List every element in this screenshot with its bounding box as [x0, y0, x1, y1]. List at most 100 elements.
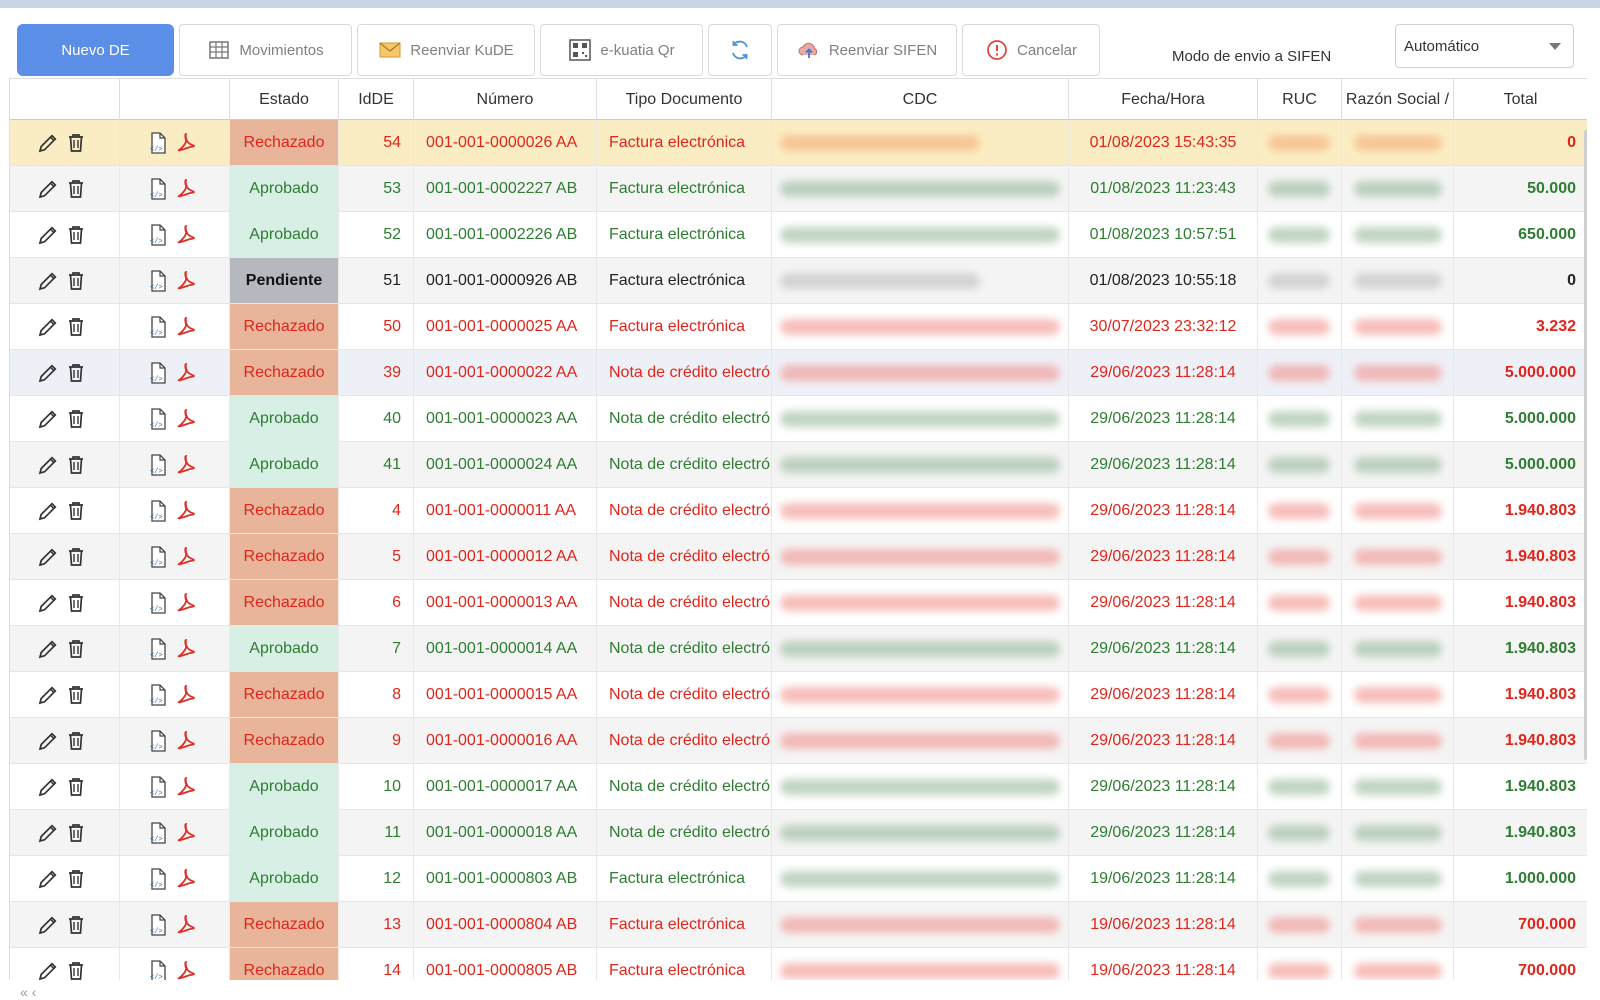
trash-icon[interactable] — [64, 223, 88, 247]
table-row[interactable]: </> Rechazado 39 001-001-0000022 AA Nota de… — [10, 350, 1587, 396]
table-row[interactable]: </> Rechazado 6 001-001-0000013 AA Nota de … — [10, 580, 1587, 626]
pencil-icon[interactable] — [36, 315, 60, 339]
trash-icon[interactable] — [64, 959, 88, 981]
xml-file-icon[interactable]: </> — [146, 959, 170, 981]
table-row[interactable]: </> Aprobado 52 001-001-0002226 AB Factura … — [10, 212, 1587, 258]
table-row[interactable]: </> Rechazado 8 001-001-0000015 AA Nota de … — [10, 672, 1587, 718]
table-row[interactable]: </> Rechazado 4 001-001-0000011 AA Nota de … — [10, 488, 1587, 534]
xml-file-icon[interactable]: </> — [146, 545, 170, 569]
pencil-icon[interactable] — [36, 637, 60, 661]
trash-icon[interactable] — [64, 361, 88, 385]
pdf-icon[interactable] — [174, 683, 198, 707]
pencil-icon[interactable] — [36, 223, 60, 247]
table-row[interactable]: </> Aprobado 41 001-001-0000024 AA Nota de … — [10, 442, 1587, 488]
table-row[interactable]: </> Pendiente 51 001-001-0000926 AB Factura… — [10, 258, 1587, 304]
trash-icon[interactable] — [64, 499, 88, 523]
pdf-icon[interactable] — [174, 499, 198, 523]
header-tipo[interactable]: Tipo Documento — [597, 79, 772, 120]
pencil-icon[interactable] — [36, 499, 60, 523]
pdf-icon[interactable] — [174, 177, 198, 201]
reenviar-sifen-button[interactable]: Reenviar SIFEN — [777, 24, 957, 76]
trash-icon[interactable] — [64, 821, 88, 845]
refresh-button[interactable] — [708, 24, 772, 76]
pdf-icon[interactable] — [174, 775, 198, 799]
xml-file-icon[interactable]: </> — [146, 177, 170, 201]
trash-icon[interactable] — [64, 729, 88, 753]
pdf-icon[interactable] — [174, 131, 198, 155]
pencil-icon[interactable] — [36, 131, 60, 155]
pencil-icon[interactable] — [36, 545, 60, 569]
trash-icon[interactable] — [64, 683, 88, 707]
pdf-icon[interactable] — [174, 453, 198, 477]
pdf-icon[interactable] — [174, 913, 198, 937]
table-row[interactable]: </> Aprobado 10 001-001-0000017 AA Nota de … — [10, 764, 1587, 810]
trash-icon[interactable] — [64, 913, 88, 937]
pencil-icon[interactable] — [36, 453, 60, 477]
table-row[interactable]: </> Aprobado 53 001-001-0002227 AB Factura … — [10, 166, 1587, 212]
ekuatia-qr-button[interactable]: e-kuatia Qr — [540, 24, 703, 76]
xml-file-icon[interactable]: </> — [146, 407, 170, 431]
table-row[interactable]: </> Rechazado 50 001-001-0000025 AA Factura… — [10, 304, 1587, 350]
pdf-icon[interactable] — [174, 407, 198, 431]
vertical-scrollbar[interactable] — [1584, 130, 1587, 760]
pencil-icon[interactable] — [36, 591, 60, 615]
trash-icon[interactable] — [64, 637, 88, 661]
xml-file-icon[interactable]: </> — [146, 361, 170, 385]
pdf-icon[interactable] — [174, 315, 198, 339]
trash-icon[interactable] — [64, 591, 88, 615]
trash-icon[interactable] — [64, 407, 88, 431]
pdf-icon[interactable] — [174, 729, 198, 753]
xml-file-icon[interactable]: </> — [146, 775, 170, 799]
xml-file-icon[interactable]: </> — [146, 591, 170, 615]
pdf-icon[interactable] — [174, 867, 198, 891]
pencil-icon[interactable] — [36, 959, 60, 981]
trash-icon[interactable] — [64, 315, 88, 339]
header-idde[interactable]: IdDE — [339, 79, 414, 120]
xml-file-icon[interactable]: </> — [146, 821, 170, 845]
pencil-icon[interactable] — [36, 269, 60, 293]
header-total[interactable]: Total — [1454, 79, 1587, 120]
pdf-icon[interactable] — [174, 223, 198, 247]
trash-icon[interactable] — [64, 453, 88, 477]
nuevo-de-button[interactable]: Nuevo DE — [17, 24, 174, 76]
xml-file-icon[interactable]: </> — [146, 683, 170, 707]
xml-file-icon[interactable]: </> — [146, 729, 170, 753]
table-row[interactable]: </> Rechazado 13 001-001-0000804 AB Factura… — [10, 902, 1587, 948]
table-row[interactable]: </> Rechazado 9 001-001-0000016 AA Nota de … — [10, 718, 1587, 764]
xml-file-icon[interactable]: </> — [146, 867, 170, 891]
table-row[interactable]: </> Aprobado 12 001-001-0000803 AB Factura … — [10, 856, 1587, 902]
trash-icon[interactable] — [64, 131, 88, 155]
pdf-icon[interactable] — [174, 637, 198, 661]
pencil-icon[interactable] — [36, 729, 60, 753]
table-row[interactable]: </> Aprobado 11 001-001-0000018 AA Nota de … — [10, 810, 1587, 856]
xml-file-icon[interactable]: </> — [146, 913, 170, 937]
cancelar-button[interactable]: Cancelar — [962, 24, 1100, 76]
xml-file-icon[interactable]: </> — [146, 269, 170, 293]
table-row[interactable]: </> Rechazado 5 001-001-0000012 AA Nota de … — [10, 534, 1587, 580]
trash-icon[interactable] — [64, 177, 88, 201]
pdf-icon[interactable] — [174, 959, 198, 981]
pencil-icon[interactable] — [36, 407, 60, 431]
trash-icon[interactable] — [64, 545, 88, 569]
header-ruc[interactable]: RUC — [1258, 79, 1342, 120]
reenviar-kude-button[interactable]: Reenviar KuDE — [357, 24, 535, 76]
trash-icon[interactable] — [64, 867, 88, 891]
header-numero[interactable]: Número — [414, 79, 597, 120]
pencil-icon[interactable] — [36, 913, 60, 937]
pencil-icon[interactable] — [36, 775, 60, 799]
header-cdc[interactable]: CDC — [772, 79, 1069, 120]
xml-file-icon[interactable]: </> — [146, 499, 170, 523]
table-row[interactable]: </> Aprobado 40 001-001-0000023 AA Nota de … — [10, 396, 1587, 442]
xml-file-icon[interactable]: </> — [146, 637, 170, 661]
pencil-icon[interactable] — [36, 821, 60, 845]
table-row[interactable]: </> Rechazado 54 001-001-0000026 AA Factura… — [10, 120, 1587, 166]
pdf-icon[interactable] — [174, 821, 198, 845]
trash-icon[interactable] — [64, 269, 88, 293]
pdf-icon[interactable] — [174, 545, 198, 569]
pencil-icon[interactable] — [36, 683, 60, 707]
pencil-icon[interactable] — [36, 867, 60, 891]
movimientos-button[interactable]: Movimientos — [179, 24, 352, 76]
xml-file-icon[interactable]: </> — [146, 453, 170, 477]
xml-file-icon[interactable]: </> — [146, 315, 170, 339]
pdf-icon[interactable] — [174, 269, 198, 293]
